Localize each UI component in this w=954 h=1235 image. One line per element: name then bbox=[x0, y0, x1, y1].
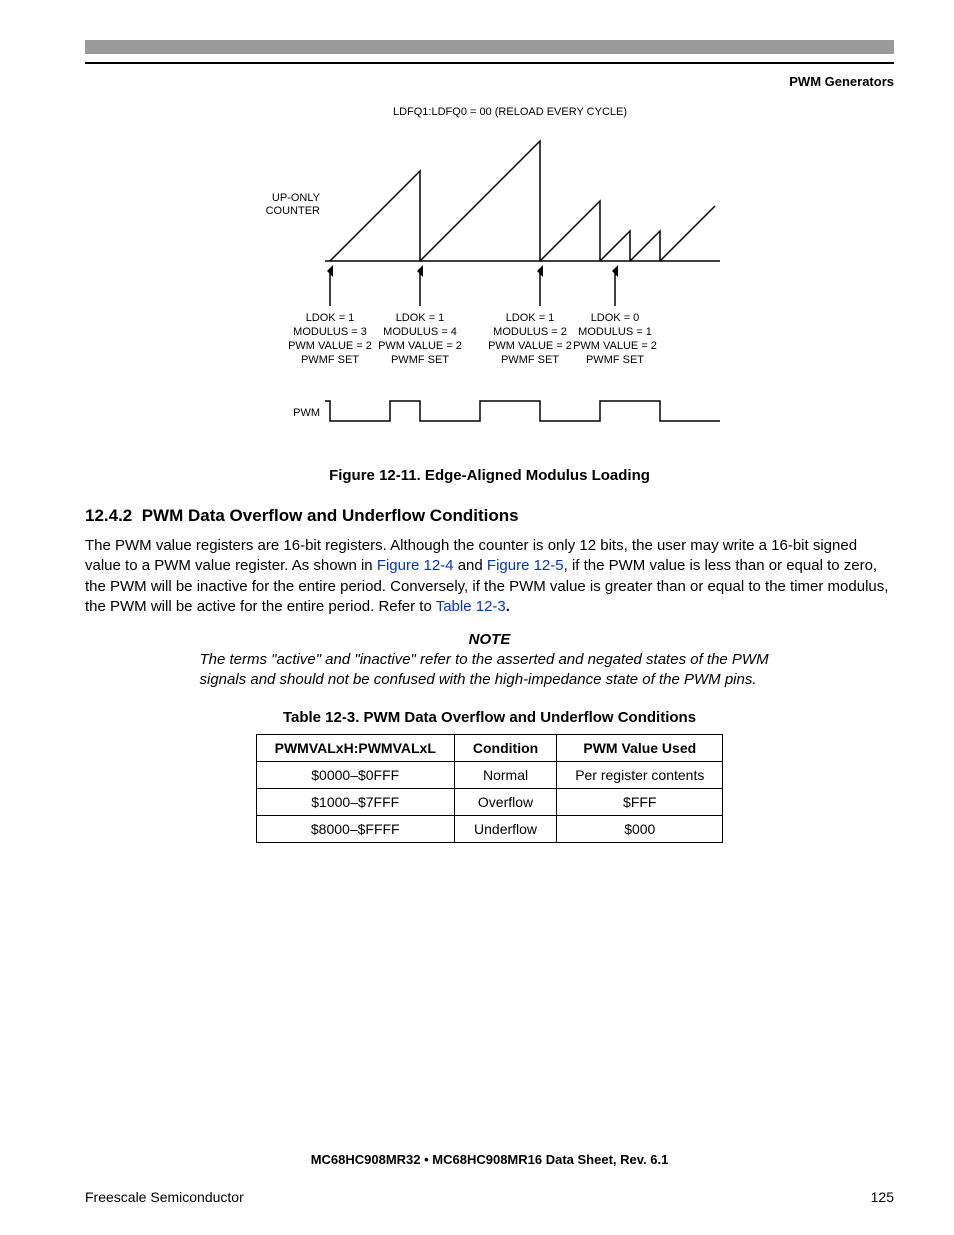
xref-table-12-3[interactable]: Table 12-3 bbox=[436, 598, 506, 615]
cycle-labels-2: LDOK = 1 MODULUS = 4 PWM VALUE = 2 PWMF … bbox=[378, 312, 462, 366]
table-header-col3: PWM Value Used bbox=[557, 734, 723, 761]
svg-text:LDOK = 1: LDOK = 1 bbox=[505, 312, 554, 324]
table-row: $0000–$0FFF Normal Per register contents bbox=[256, 761, 723, 788]
table-row: $8000–$FFFF Underflow $000 bbox=[256, 815, 723, 842]
cycle-labels-1: LDOK = 1 MODULUS = 3 PWM VALUE = 2 PWMF … bbox=[288, 312, 372, 366]
top-rule-thick bbox=[85, 40, 894, 54]
svg-text:PWMF SET: PWMF SET bbox=[300, 354, 358, 366]
table-header-row: PWMVALxH:PWMVALxL Condition PWM Value Us… bbox=[256, 734, 723, 761]
pwm-label: PWM bbox=[293, 407, 320, 419]
svg-text:PWM VALUE = 2: PWM VALUE = 2 bbox=[378, 340, 462, 352]
counter-label-line1: UP-ONLY bbox=[271, 192, 320, 204]
table-header-col1: PWMVALxH:PWMVALxL bbox=[256, 734, 454, 761]
svg-text:PWM VALUE = 2: PWM VALUE = 2 bbox=[488, 340, 572, 352]
cycle-labels-4: LDOK = 0 MODULUS = 1 PWM VALUE = 2 PWMF … bbox=[573, 312, 657, 366]
svg-text:MODULUS = 4: MODULUS = 4 bbox=[383, 326, 457, 338]
table-cell: Underflow bbox=[454, 815, 556, 842]
figure-12-11: LDFQ1:LDFQ0 = 00 (RELOAD EVERY CYCLE) bbox=[85, 101, 894, 484]
table-caption: Table 12-3. PWM Data Overflow and Underf… bbox=[85, 709, 894, 726]
arrows bbox=[330, 271, 615, 306]
svg-text:MODULUS = 2: MODULUS = 2 bbox=[493, 326, 567, 338]
table-row: $1000–$7FFF Overflow $FFF bbox=[256, 788, 723, 815]
table-cell: Overflow bbox=[454, 788, 556, 815]
footer-left: Freescale Semiconductor bbox=[85, 1189, 244, 1205]
svg-text:PWMF SET: PWMF SET bbox=[585, 354, 643, 366]
table-12-3: PWMVALxH:PWMVALxL Condition PWM Value Us… bbox=[256, 734, 724, 843]
table-cell: $1000–$7FFF bbox=[256, 788, 454, 815]
svg-text:PWM VALUE = 2: PWM VALUE = 2 bbox=[288, 340, 372, 352]
table-cell: $000 bbox=[557, 815, 723, 842]
footer-docline: MC68HC908MR32 • MC68HC908MR16 Data Sheet… bbox=[85, 1152, 894, 1167]
counter-label-line2: COUNTER bbox=[265, 205, 319, 217]
page-footer: MC68HC908MR32 • MC68HC908MR16 Data Sheet… bbox=[85, 1152, 894, 1205]
table-header-col2: Condition bbox=[454, 734, 556, 761]
figure-top-label: LDFQ1:LDFQ0 = 00 (RELOAD EVERY CYCLE) bbox=[392, 106, 626, 118]
note-heading: NOTE bbox=[85, 631, 894, 648]
svg-text:MODULUS = 3: MODULUS = 3 bbox=[293, 326, 367, 338]
pwm-waveform bbox=[325, 401, 720, 421]
edge-aligned-modulus-loading-diagram: LDFQ1:LDFQ0 = 00 (RELOAD EVERY CYCLE) bbox=[210, 101, 770, 461]
section-heading: 12.4.2 PWM Data Overflow and Underflow C… bbox=[85, 506, 894, 526]
table-cell: Per register contents bbox=[557, 761, 723, 788]
svg-text:PWM VALUE = 2: PWM VALUE = 2 bbox=[573, 340, 657, 352]
svg-text:PWMF SET: PWMF SET bbox=[500, 354, 558, 366]
svg-text:LDOK = 1: LDOK = 1 bbox=[305, 312, 354, 324]
svg-text:PWMF SET: PWMF SET bbox=[390, 354, 448, 366]
para-end-period: . bbox=[506, 598, 510, 615]
footer-page-number: 125 bbox=[871, 1189, 894, 1205]
cycle-labels-3: LDOK = 1 MODULUS = 2 PWM VALUE = 2 PWMF … bbox=[488, 312, 572, 366]
section-title: PWM Data Overflow and Underflow Conditio… bbox=[142, 506, 519, 525]
page: PWM Generators LDFQ1:LDFQ0 = 00 (RELOAD … bbox=[0, 0, 954, 1235]
table-cell: $FFF bbox=[557, 788, 723, 815]
para-text-2: and bbox=[454, 557, 487, 574]
top-rule-thin bbox=[85, 62, 894, 64]
section-number: 12.4.2 bbox=[85, 506, 132, 525]
svg-text:LDOK = 0: LDOK = 0 bbox=[590, 312, 639, 324]
section-paragraph: The PWM value registers are 16-bit regis… bbox=[85, 536, 894, 617]
table-cell: $0000–$0FFF bbox=[256, 761, 454, 788]
svg-text:MODULUS = 1: MODULUS = 1 bbox=[578, 326, 652, 338]
figure-caption: Figure 12-11. Edge-Aligned Modulus Loadi… bbox=[85, 467, 894, 484]
running-head: PWM Generators bbox=[85, 74, 894, 89]
sawtooth-waveform bbox=[325, 141, 720, 261]
table-cell: $8000–$FFFF bbox=[256, 815, 454, 842]
note-body: The terms "active" and "inactive" refer … bbox=[200, 650, 780, 691]
xref-figure-12-5[interactable]: Figure 12-5 bbox=[487, 557, 564, 574]
svg-text:LDOK = 1: LDOK = 1 bbox=[395, 312, 444, 324]
xref-figure-12-4[interactable]: Figure 12-4 bbox=[377, 557, 454, 574]
table-cell: Normal bbox=[454, 761, 556, 788]
